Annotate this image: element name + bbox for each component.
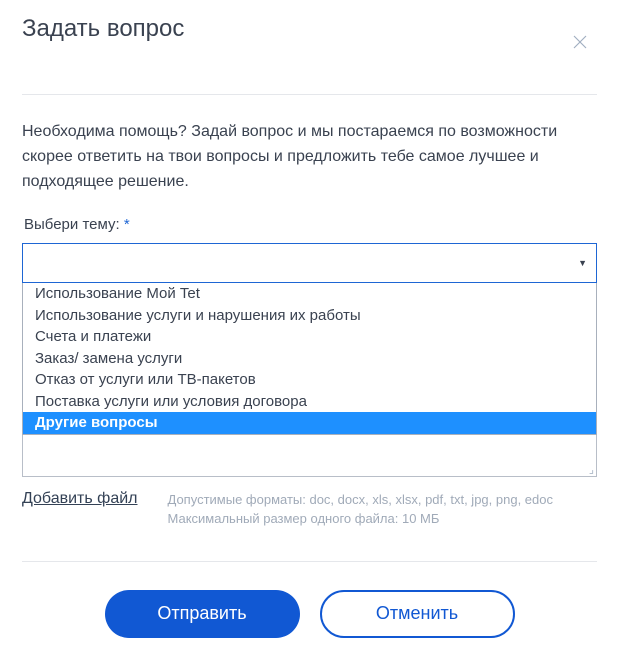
topic-option[interactable]: Другие вопросы — [23, 412, 596, 434]
topic-label-text: Выбери тему: — [24, 216, 120, 233]
message-textarea[interactable] — [22, 435, 597, 477]
topic-option[interactable]: Использование Мой Tet — [23, 283, 596, 305]
close-button[interactable] — [563, 25, 597, 64]
topic-option[interactable]: Отказ от услуги или ТВ-пакетов — [23, 369, 596, 391]
required-marker: * — [124, 216, 130, 233]
file-hints: Допустимые форматы: doc, docx, xls, xlsx… — [168, 490, 553, 529]
file-formats-hint: Допустимые форматы: doc, docx, xls, xlsx… — [168, 490, 553, 510]
topic-option[interactable]: Использование услуги и нарушения их рабо… — [23, 305, 596, 327]
cancel-button[interactable]: Отменить — [320, 590, 515, 638]
topic-option[interactable]: Поставка услуги или условия договора — [23, 391, 596, 413]
add-file-link[interactable]: Добавить файл — [22, 490, 138, 508]
topic-option[interactable]: Заказ/ замена услуги — [23, 348, 596, 370]
chevron-down-icon: ▼ — [578, 258, 587, 268]
topic-dropdown: Использование Мой TetИспользование услуг… — [22, 283, 597, 435]
help-description: Необходима помощь? Задай вопрос и мы пос… — [22, 120, 597, 194]
topic-label: Выбери тему: * — [22, 216, 597, 233]
submit-button[interactable]: Отправить — [105, 590, 300, 638]
topic-select-box[interactable] — [22, 243, 597, 283]
file-size-hint: Максимальный размер одного файла: 10 МБ — [168, 509, 553, 529]
topic-option[interactable]: Счета и платежи — [23, 326, 596, 348]
topic-select[interactable]: ▼ — [22, 243, 597, 283]
modal-title: Задать вопрос — [22, 15, 184, 43]
close-icon — [571, 38, 589, 55]
